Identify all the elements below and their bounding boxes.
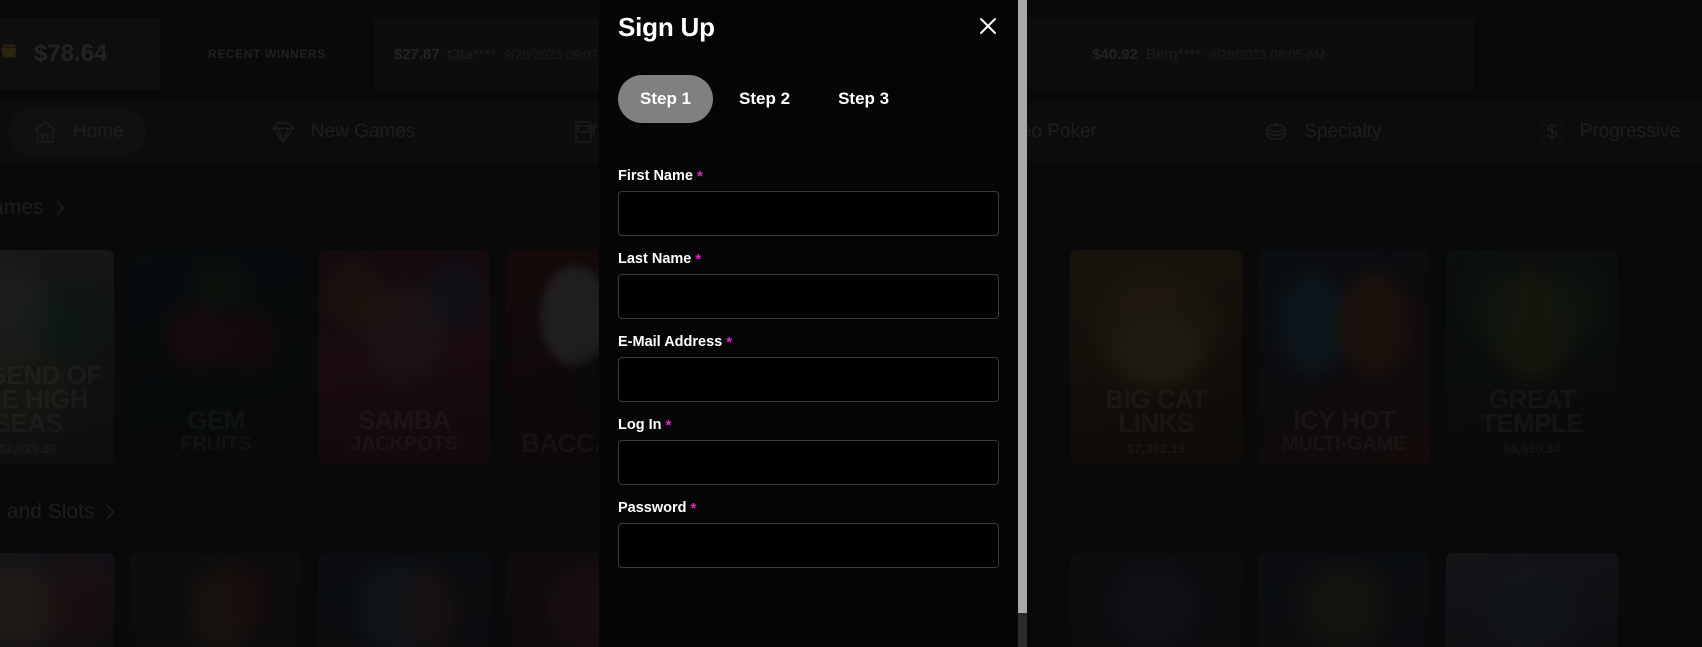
field-label: Log In * — [618, 417, 999, 433]
signup-form: First Name * Last Name * E-Mail Address — [618, 168, 999, 568]
required-asterisk: * — [695, 250, 702, 268]
signup-modal: Sign Up Step 1 Step 2 Step 3 First Name — [599, 0, 1018, 647]
login-input[interactable] — [618, 440, 999, 485]
field-password: Password * — [618, 500, 999, 568]
step-tab-2[interactable]: Step 2 — [717, 75, 812, 123]
email-input[interactable] — [618, 357, 999, 402]
field-label-text: Last Name — [618, 251, 692, 267]
step-tab-3[interactable]: Step 3 — [816, 75, 911, 123]
field-log-in: Log In * — [618, 417, 999, 485]
field-label: First Name * — [618, 168, 999, 184]
field-label-text: Password — [618, 500, 687, 516]
modal-title: Sign Up — [618, 12, 715, 42]
field-first-name: First Name * — [618, 168, 999, 236]
signup-steps: Step 1 Step 2 Step 3 — [618, 75, 999, 123]
field-email-address: E-Mail Address * — [618, 334, 999, 402]
app-root: $78.64 RECENT WINNERS $27.87 t3ta**** 9/… — [0, 0, 1702, 647]
field-label: Last Name * — [618, 251, 999, 267]
first-name-input[interactable] — [618, 191, 999, 236]
close-button[interactable] — [974, 14, 1002, 42]
field-label-text: First Name — [618, 168, 693, 184]
field-label: E-Mail Address * — [618, 334, 999, 350]
step-tab-1[interactable]: Step 1 — [618, 75, 714, 123]
page-scrollbar-thumb[interactable] — [1018, 0, 1027, 613]
field-label-text: Log In — [618, 417, 662, 433]
password-input[interactable] — [618, 523, 999, 568]
last-name-input[interactable] — [618, 274, 999, 319]
required-asterisk: * — [696, 167, 703, 185]
field-label-text: E-Mail Address — [618, 334, 723, 350]
field-last-name: Last Name * — [618, 251, 999, 319]
required-asterisk: * — [726, 333, 733, 351]
close-icon — [976, 14, 1000, 43]
required-asterisk: * — [690, 499, 697, 517]
field-label: Password * — [618, 500, 999, 516]
required-asterisk: * — [665, 416, 672, 434]
